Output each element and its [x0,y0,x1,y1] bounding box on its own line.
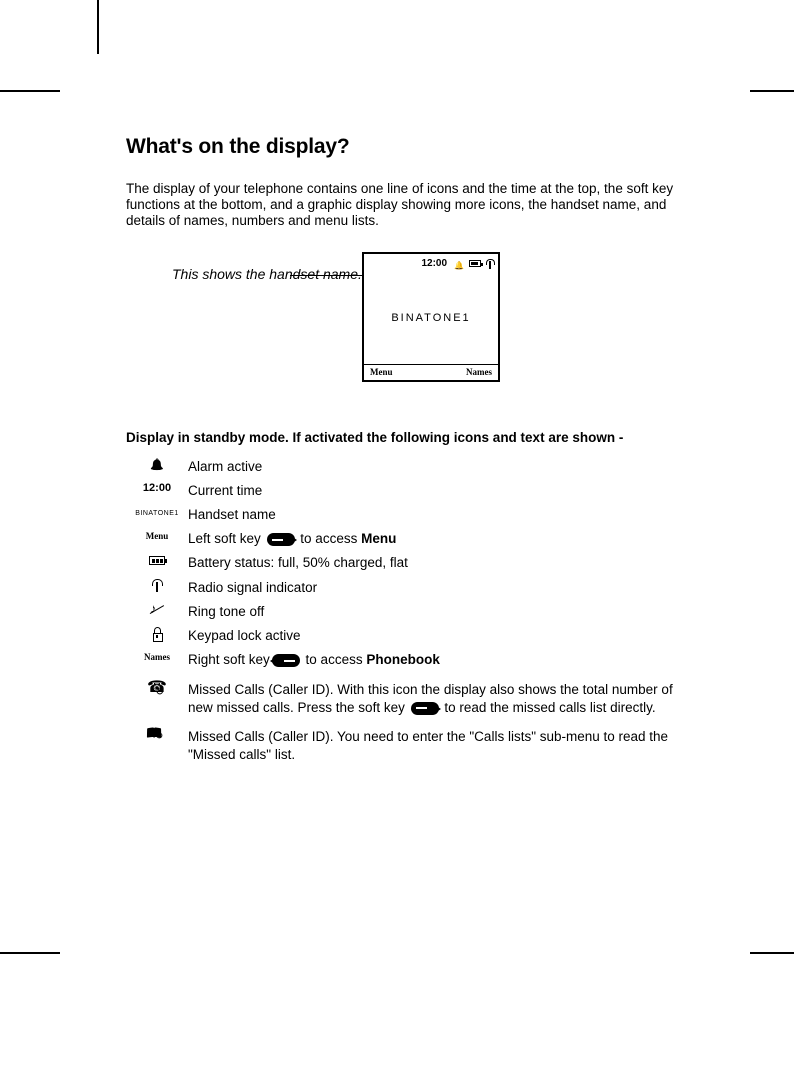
screen-right-softkey: Names [466,367,492,377]
desc-rightsoft: Right soft key to access Phonebook [188,648,696,672]
callout-line [290,275,370,277]
row-missed-calls-2: Missed Calls (Caller ID). You need to en… [126,720,696,767]
page-title: What's on the display? [126,135,696,159]
names-label: Names [144,652,170,662]
crop-mark [750,952,794,954]
desc-radio: Radio signal indicator [188,576,696,600]
softkey-right-icon [272,654,300,667]
desc-handset: Handset name [188,503,696,527]
battery-icon [469,260,481,267]
crop-mark [0,90,60,92]
softkey-left-icon [411,702,439,715]
desc-battery: Battery status: full, 50% charged, flat [188,551,696,575]
time-label: 12:00 [143,482,171,494]
desc-leftsoft: Left soft key to access Menu [188,527,696,551]
desc-lock: Keypad lock active [188,624,696,648]
screen-status-bar: 12:00 [364,254,498,272]
phone-missed-icon [147,681,167,699]
screen-time: 12:00 [421,258,447,269]
row-battery: Battery status: full, 50% charged, flat [126,551,696,575]
crop-mark [0,952,60,954]
desc-missed-1: Missed Calls (Caller ID). With this icon… [188,673,696,720]
row-time: 12:00 Current time [126,479,696,503]
crop-mark [750,90,794,92]
softkey-left-icon [267,533,295,546]
menu-label: Menu [146,531,169,541]
page-content: What's on the display? The display of yo… [126,135,696,767]
row-alarm: Alarm active [126,455,696,479]
icon-legend-table: Alarm active 12:00 Current time BINATONE… [126,455,696,768]
row-radio: Radio signal indicator [126,576,696,600]
screen-handset-name: BINATONE1 [364,312,498,324]
screen-left-softkey: Menu [370,367,393,377]
battery-icon [149,556,165,565]
subheading: Display in standby mode. If activated th… [126,430,696,445]
phone-screen: 12:00 BINATONE1 Menu Names [362,252,500,382]
row-leftsoft: Menu Left soft key to access Menu [126,527,696,551]
bell-icon [150,459,164,471]
antenna-icon [486,259,494,269]
screen-softkey-bar: Menu Names [364,364,498,380]
crop-mark [97,0,99,54]
ringtone-off-icon [149,603,165,617]
desc-ringoff: Ring tone off [188,600,696,624]
desc-alarm: Alarm active [188,455,696,479]
desc-time: Current time [188,479,696,503]
intro-paragraph: The display of your telephone contains o… [126,181,696,230]
row-rightsoft: Names Right soft key to access Phonebook [126,648,696,672]
handset-label: BINATONE1 [135,510,179,517]
antenna-icon [152,579,162,593]
row-lock: Keypad lock active [126,624,696,648]
lock-icon [152,627,162,641]
row-missed-calls-1: Missed Calls (Caller ID). With this icon… [126,673,696,720]
bell-icon [454,255,464,273]
row-handset: BINATONE1 Handset name [126,503,696,527]
callslist-icon [148,728,166,744]
row-ringoff: Ring tone off [126,600,696,624]
desc-missed-2: Missed Calls (Caller ID). You need to en… [188,720,696,767]
display-diagram: This shows the handset name. 12:00 BINAT… [162,252,696,402]
